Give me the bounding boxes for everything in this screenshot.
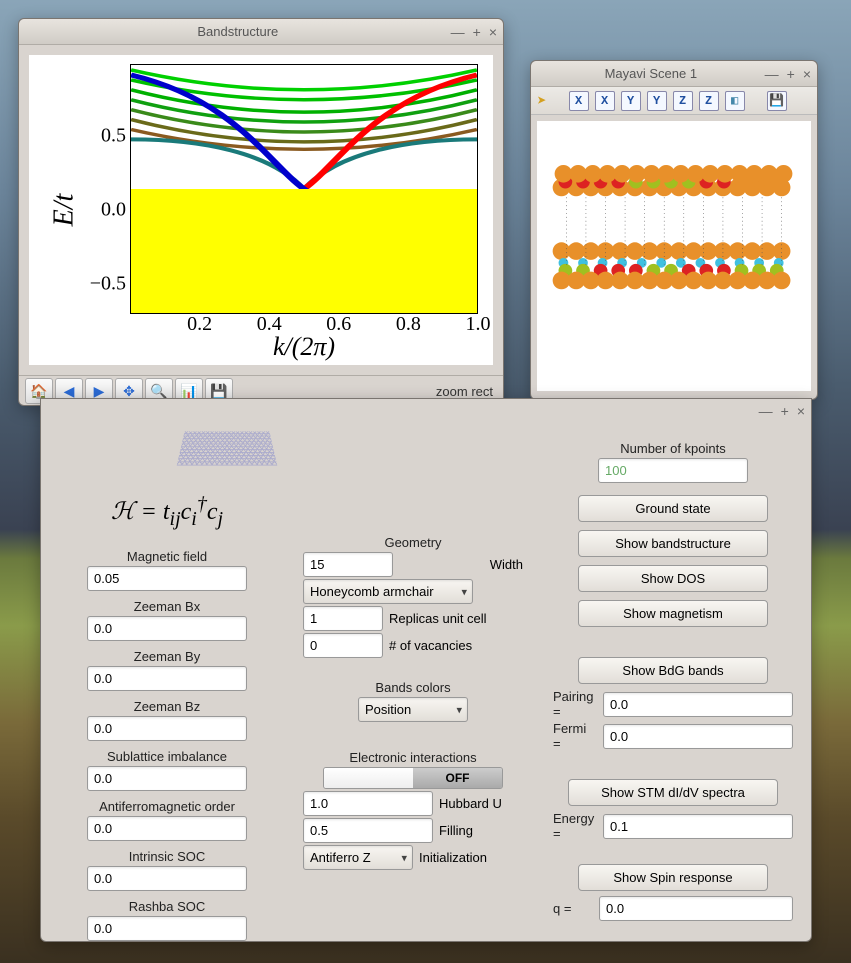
replicas-input[interactable] <box>303 606 383 631</box>
intrinsic-soc-label: Intrinsic SOC <box>129 849 206 864</box>
show-bdg-button[interactable]: Show BdG bands <box>578 657 768 684</box>
hubbard-u-label: Hubbard U <box>439 796 502 811</box>
energy-label: Energy = <box>553 811 597 841</box>
close-icon[interactable]: × <box>489 24 497 40</box>
close-icon[interactable]: × <box>803 66 811 82</box>
bands-colors-select[interactable]: Position <box>358 697 468 722</box>
control-window: — + × ℋ = tijci†cj Magnetic field Zeeman… <box>40 398 812 942</box>
interactions-off-label: OFF <box>413 768 502 788</box>
zeeman-by-input[interactable] <box>87 666 247 691</box>
minimize-icon[interactable]: — <box>765 66 779 82</box>
band-plot[interactable]: E/t 0.5 0.0 −0.5 <box>29 55 493 365</box>
zeeman-by-label: Zeeman By <box>134 649 200 664</box>
q-label: q = <box>553 901 593 916</box>
sublattice-input[interactable] <box>87 766 247 791</box>
rashba-soc-label: Rashba SOC <box>129 899 206 914</box>
ground-state-button[interactable]: Ground state <box>578 495 768 522</box>
filling-label: Filling <box>439 823 473 838</box>
show-bandstructure-button[interactable]: Show bandstructure <box>578 530 768 557</box>
interactions-toggle[interactable]: OFF <box>323 767 503 789</box>
minimize-icon[interactable]: — <box>759 403 773 419</box>
filling-input[interactable] <box>303 818 433 843</box>
close-icon[interactable]: × <box>797 403 805 419</box>
fermi-input[interactable] <box>603 724 793 749</box>
vacancies-label: # of vacancies <box>389 638 472 653</box>
maximize-icon[interactable]: + <box>781 403 789 419</box>
show-magnetism-button[interactable]: Show magnetism <box>578 600 768 627</box>
minimize-icon[interactable]: — <box>451 24 465 40</box>
width-input[interactable] <box>303 552 393 577</box>
show-stm-button[interactable]: Show STM dI/dV spectra <box>568 779 778 806</box>
lattice-select[interactable]: Honeycomb armchair <box>303 579 473 604</box>
pipeline-icon[interactable]: ➤ <box>537 91 547 111</box>
hamiltonian-formula: ℋ = tijci†cj <box>111 493 223 531</box>
maximize-icon[interactable]: + <box>473 24 481 40</box>
show-spin-response-button[interactable]: Show Spin response <box>578 864 768 891</box>
save-scene-icon[interactable]: 💾 <box>767 91 787 111</box>
kpoints-input[interactable] <box>598 458 748 483</box>
ytick: 0.5 <box>76 125 126 148</box>
initialization-label: Initialization <box>419 850 487 865</box>
plot-xlabel: k/(2π) <box>130 332 478 362</box>
pairing-input[interactable] <box>603 692 793 717</box>
af-order-input[interactable] <box>87 816 247 841</box>
view-x-pos-icon[interactable]: X <box>569 91 589 111</box>
view-z-neg-icon[interactable]: Z <box>699 91 719 111</box>
ytick: 0.0 <box>76 199 126 222</box>
isometric-icon[interactable]: ◧ <box>725 91 745 111</box>
kpoints-label: Number of kpoints <box>620 441 726 456</box>
magnetic-field-input[interactable] <box>87 566 247 591</box>
q-input[interactable] <box>599 896 793 921</box>
show-dos-button[interactable]: Show DOS <box>578 565 768 592</box>
zeeman-bx-input[interactable] <box>87 616 247 641</box>
fermi-label: Fermi = <box>553 721 591 751</box>
mayavi-scene[interactable] <box>537 121 811 391</box>
lattice-thumbnail <box>177 431 278 465</box>
mayavi-titlebar[interactable]: Mayavi Scene 1 — + × <box>531 61 817 87</box>
pairing-label: Pairing = <box>553 689 597 719</box>
view-x-neg-icon[interactable]: X <box>595 91 615 111</box>
zeeman-bx-label: Zeeman Bx <box>134 599 200 614</box>
initialization-select[interactable]: Antiferro Z <box>303 845 413 870</box>
bandstructure-window: Bandstructure — + × E/t 0.5 0.0 −0.5 <box>18 18 504 406</box>
view-y-pos-icon[interactable]: Y <box>621 91 641 111</box>
energy-input[interactable] <box>603 814 793 839</box>
plot-status: zoom rect <box>436 384 497 399</box>
mayavi-window: Mayavi Scene 1 — + × ➤ X X Y Y Z Z ◧ 💾 <box>530 60 818 400</box>
hubbard-u-input[interactable] <box>303 791 433 816</box>
vacancies-input[interactable] <box>303 633 383 658</box>
replicas-label: Replicas unit cell <box>389 611 487 626</box>
zeeman-bz-input[interactable] <box>87 716 247 741</box>
zeeman-bz-label: Zeeman Bz <box>134 699 200 714</box>
geometry-label: Geometry <box>384 535 441 550</box>
intrinsic-soc-input[interactable] <box>87 866 247 891</box>
view-y-neg-icon[interactable]: Y <box>647 91 667 111</box>
ytick: −0.5 <box>76 272 126 295</box>
bands-colors-label: Bands colors <box>375 680 450 695</box>
bandstructure-titlebar[interactable]: Bandstructure — + × <box>19 19 503 45</box>
mayavi-title: Mayavi Scene 1 <box>537 66 765 81</box>
width-label: Width <box>490 557 523 572</box>
bandstructure-title: Bandstructure <box>25 24 451 39</box>
electronic-interactions-label: Electronic interactions <box>349 750 476 765</box>
sublattice-label: Sublattice imbalance <box>107 749 227 764</box>
mayavi-toolbar: ➤ X X Y Y Z Z ◧ 💾 <box>531 87 817 115</box>
rashba-soc-input[interactable] <box>87 916 247 941</box>
af-order-label: Antiferromagnetic order <box>99 799 235 814</box>
view-z-pos-icon[interactable]: Z <box>673 91 693 111</box>
maximize-icon[interactable]: + <box>787 66 795 82</box>
magnetic-field-label: Magnetic field <box>127 549 207 564</box>
